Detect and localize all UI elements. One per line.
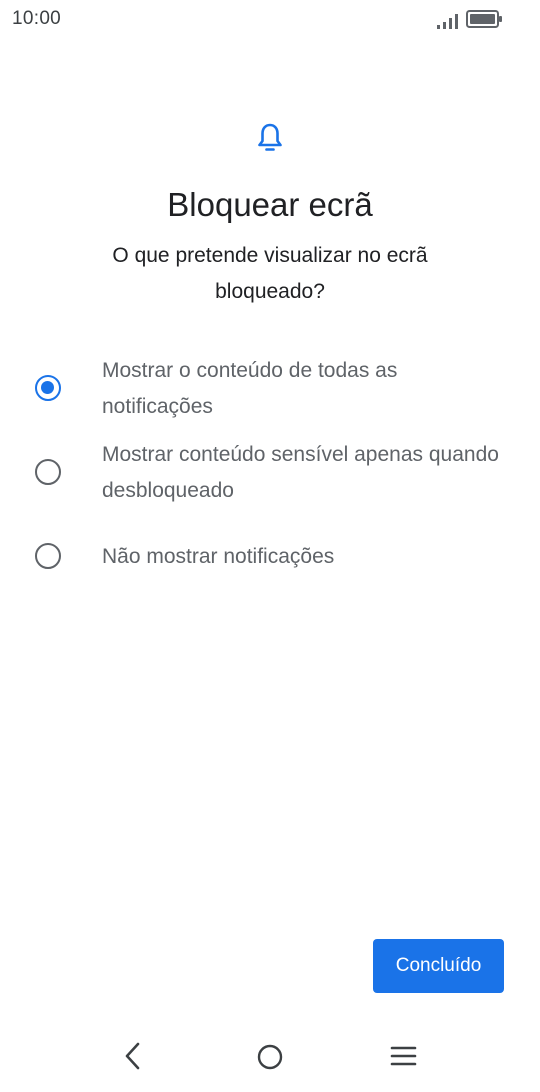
home-icon[interactable] xyxy=(255,1042,285,1077)
done-button[interactable]: Concluído xyxy=(373,939,504,993)
navigation-bar xyxy=(0,1030,540,1082)
status-bar: 10:00 xyxy=(0,0,540,40)
battery-icon xyxy=(466,9,504,34)
radio-button[interactable] xyxy=(35,459,61,485)
radio-button-selected[interactable] xyxy=(35,375,61,401)
option-label: Mostrar o conteúdo de todas as notificaç… xyxy=(102,359,398,418)
back-icon[interactable] xyxy=(118,1040,148,1077)
status-time: 10:00 xyxy=(12,8,62,29)
option-label: Mostrar conteúdo sensível apenas quando … xyxy=(102,443,499,502)
page-subtitle: O que pretende visualizar no ecrã bloque… xyxy=(112,244,428,303)
bell-icon xyxy=(257,122,283,159)
radio-button[interactable] xyxy=(35,543,61,569)
menu-icon[interactable] xyxy=(390,1044,418,1073)
page-title: Bloquear ecrã xyxy=(167,186,373,223)
option-label: Não mostrar notificações xyxy=(102,545,335,568)
signal-icon xyxy=(436,12,460,35)
